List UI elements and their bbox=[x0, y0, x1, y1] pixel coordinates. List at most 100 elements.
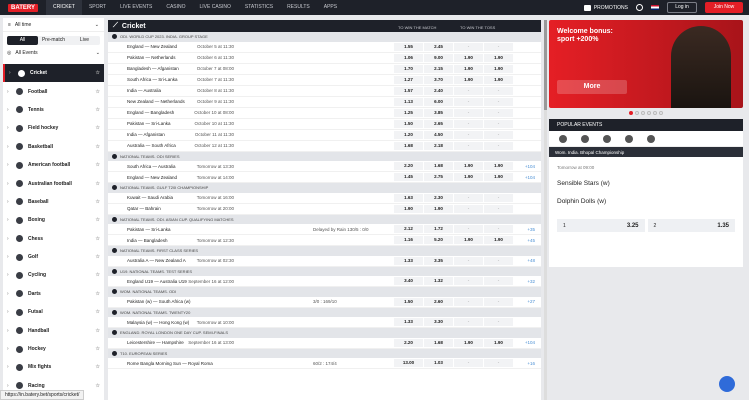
odd-button[interactable]: - bbox=[484, 359, 513, 367]
odd-button[interactable]: 1.72 bbox=[424, 225, 453, 233]
match-teams[interactable]: England U19 — Australia U19 bbox=[127, 279, 187, 284]
events-filter[interactable]: ◎ All Events ⌄ bbox=[7, 48, 100, 58]
star-icon[interactable]: ☆ bbox=[96, 346, 100, 352]
odd-button[interactable]: - bbox=[454, 86, 483, 95]
odd-button[interactable]: 1.90 bbox=[484, 75, 513, 84]
star-icon[interactable]: ☆ bbox=[96, 199, 100, 205]
odd-button[interactable]: - bbox=[484, 225, 513, 233]
odd-button[interactable]: 2.15 bbox=[424, 64, 453, 73]
sport-item[interactable]: › Golf ☆ bbox=[3, 248, 104, 266]
odd-button[interactable]: 1.90 bbox=[454, 173, 483, 181]
star-icon[interactable]: ☆ bbox=[96, 254, 100, 260]
match-row[interactable]: New Zealand — Netherlands October 9 at 11… bbox=[108, 97, 541, 108]
odd-button[interactable]: 2.60 bbox=[424, 297, 453, 306]
star-icon[interactable]: ☆ bbox=[96, 309, 100, 315]
event-type-tab[interactable]: Pre-match bbox=[38, 36, 69, 45]
nav-item[interactable]: STATISTICS bbox=[238, 0, 280, 15]
match-teams[interactable]: Australia — South Africa bbox=[127, 143, 176, 148]
carousel-dot[interactable] bbox=[647, 111, 651, 115]
odd-button-1[interactable]: 1 3.25 bbox=[557, 219, 645, 232]
match-teams[interactable]: England — Bangladesh bbox=[127, 110, 174, 115]
odd-button[interactable]: 6.00 bbox=[424, 97, 453, 106]
football-icon[interactable] bbox=[603, 134, 611, 143]
star-icon[interactable]: ☆ bbox=[96, 70, 100, 76]
odd-button[interactable]: - bbox=[454, 130, 483, 139]
match-row[interactable]: Pakistan — Netherlands October 6 at 11:30… bbox=[108, 53, 541, 64]
odd-button[interactable]: 1.33 bbox=[394, 318, 423, 326]
match-row[interactable]: England — New Zealand October 5 at 11:30 1… bbox=[108, 42, 541, 53]
odd-button[interactable]: 1.90 bbox=[454, 338, 483, 347]
league-header[interactable]: ENGLAND. ROYAL LONDON ONE DAY CUP. SEMI-… bbox=[108, 328, 541, 338]
match-teams[interactable]: Pakistan — Sri-Lanka bbox=[127, 121, 171, 126]
more-markets-link[interactable]: +16 bbox=[527, 361, 535, 366]
league-header[interactable]: ODI. WORLD CUP 2023. INDIA. GROUP STAGE bbox=[108, 32, 541, 42]
match-row[interactable]: South Africa — Sri-Lanka October 7 at 11:… bbox=[108, 75, 541, 86]
star-icon[interactable]: ☆ bbox=[96, 89, 100, 95]
sport-item[interactable]: › Futsal ☆ bbox=[3, 303, 104, 321]
match-row[interactable]: Australia A — New Zealand A Tomorrow at 0… bbox=[108, 256, 541, 267]
odd-button[interactable]: 1.90 bbox=[454, 53, 483, 62]
sport-item[interactable]: › Chess ☆ bbox=[3, 230, 104, 248]
odd-button[interactable]: 2.45 bbox=[424, 42, 453, 51]
logo[interactable]: BATERY bbox=[8, 3, 38, 12]
odd-button[interactable]: - bbox=[484, 193, 513, 202]
nav-item[interactable]: APPS bbox=[317, 0, 344, 15]
match-teams[interactable]: India — Afganistan bbox=[127, 132, 165, 137]
odd-button[interactable]: - bbox=[454, 42, 483, 51]
match-row[interactable]: Pakistan — Sri-Lanka Delayed by Rain 130/… bbox=[108, 224, 541, 235]
match-teams[interactable]: Pakistan — Netherlands bbox=[127, 55, 176, 60]
odd-button[interactable]: - bbox=[454, 193, 483, 202]
match-row[interactable]: India — Australia October 8 at 11:30 1.57 2… bbox=[108, 86, 541, 97]
odd-button[interactable]: 1.90 bbox=[454, 162, 483, 170]
match-teams[interactable]: England — New Zealand bbox=[127, 44, 177, 49]
match-row[interactable]: India — Afganistan October 11 at 11:30 1.2… bbox=[108, 130, 541, 141]
odd-button[interactable]: 3.35 bbox=[424, 256, 453, 265]
match-teams[interactable]: Malaysia (w) — Hong Kong (w) bbox=[127, 320, 189, 325]
star-icon[interactable]: ☆ bbox=[96, 162, 100, 168]
sport-item[interactable]: › Hockey ☆ bbox=[3, 340, 104, 358]
star-icon[interactable]: ☆ bbox=[96, 272, 100, 278]
carousel-dot[interactable] bbox=[641, 111, 645, 115]
sport-item[interactable]: › Boxing ☆ bbox=[3, 211, 104, 229]
odd-button[interactable]: - bbox=[454, 97, 483, 106]
odd-button[interactable]: 1.68 bbox=[424, 338, 453, 347]
star-icon[interactable]: ☆ bbox=[96, 181, 100, 187]
odd-button[interactable]: - bbox=[454, 119, 483, 128]
match-teams[interactable]: Pakistan — Sri-Lanka bbox=[127, 227, 171, 232]
odd-button[interactable]: 1.16 bbox=[394, 236, 423, 244]
odd-button[interactable]: - bbox=[454, 141, 483, 150]
odd-button[interactable]: 3.85 bbox=[424, 108, 453, 117]
odd-button[interactable]: - bbox=[454, 204, 483, 213]
nav-item[interactable]: SPORT bbox=[82, 0, 113, 15]
odd-button[interactable]: 1.55 bbox=[394, 42, 423, 51]
match-teams[interactable]: Leicestershire — Hampshire bbox=[127, 340, 184, 345]
odd-button[interactable]: 1.33 bbox=[394, 256, 423, 265]
odd-button-2[interactable]: 2 1.35 bbox=[647, 219, 735, 232]
odd-button[interactable]: 3.70 bbox=[424, 75, 453, 84]
more-markets-link[interactable]: +35 bbox=[527, 227, 535, 232]
nav-item[interactable]: LIVE CASINO bbox=[193, 0, 238, 15]
tennis-icon[interactable] bbox=[581, 134, 589, 143]
odd-button[interactable]: 4.50 bbox=[424, 130, 453, 139]
star-icon[interactable]: ☆ bbox=[96, 291, 100, 297]
odd-button[interactable]: - bbox=[454, 359, 483, 367]
odd-button[interactable]: - bbox=[484, 141, 513, 150]
odd-button[interactable]: 1.45 bbox=[394, 173, 423, 181]
match-row[interactable]: India — Bangladesh Tomorrow at 12:30 1.16 5… bbox=[108, 235, 541, 246]
odd-button[interactable]: 1.90 bbox=[454, 64, 483, 73]
odd-button[interactable]: 3.40 bbox=[394, 277, 423, 285]
banner-more-button[interactable]: More bbox=[557, 80, 627, 94]
odd-button[interactable]: 1.90 bbox=[484, 64, 513, 73]
match-teams[interactable]: Rome Bangla Morning Sun — Royal Roma bbox=[127, 361, 213, 366]
odd-button[interactable]: 2.12 bbox=[394, 225, 423, 233]
odd-button[interactable]: - bbox=[454, 277, 483, 285]
odd-button[interactable]: - bbox=[484, 318, 513, 326]
odd-button[interactable]: 1.63 bbox=[394, 193, 423, 202]
gear-icon[interactable] bbox=[636, 4, 643, 11]
match-teams[interactable]: Qatar — Bahrain bbox=[127, 206, 161, 211]
match-teams[interactable]: South Africa — Sri-Lanka bbox=[127, 77, 178, 82]
match-row[interactable]: Qatar — Bahrain Tomorrow at 20:00 1.90 1.90… bbox=[108, 204, 541, 215]
odd-button[interactable]: 1.90 bbox=[394, 204, 423, 213]
match-row[interactable]: Leicestershire — Hampshire September 16 a… bbox=[108, 338, 541, 349]
match-row[interactable]: Pakistan (w) — South Africa (w) 3/0 : 169… bbox=[108, 297, 541, 308]
